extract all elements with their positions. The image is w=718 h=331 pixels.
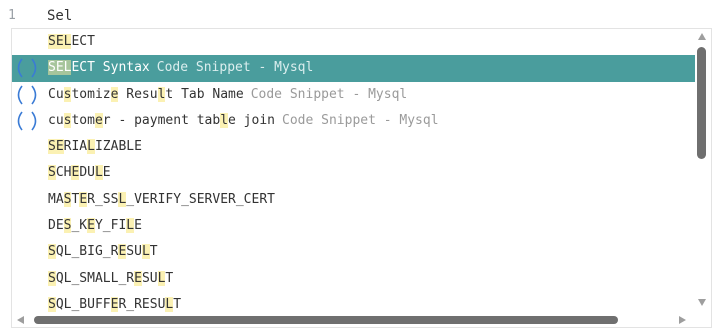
scroll-left-arrow-icon[interactable] (17, 316, 24, 324)
suggestion-item[interactable]: SQL_SMALL_RESULT (12, 266, 695, 292)
suggestion-item[interactable]: MASTER_SSL_VERIFY_SERVER_CERT (12, 187, 695, 213)
suggestion-label: SELECT (48, 34, 95, 49)
suggestion-label: customer - payment table join Code Snippe… (48, 112, 439, 128)
horizontal-scroll-thumb[interactable] (34, 316, 618, 324)
suggestion-label: Customize Result Tab Name Code Snippet - … (48, 86, 408, 102)
suggestion-item[interactable]: SQL_BUFFER_RESULT (12, 292, 695, 315)
suggestion-item[interactable]: SQL_BIG_RESULT (12, 239, 695, 265)
suggestion-item[interactable]: Customize Result Tab Name Code Snippet - … (12, 82, 695, 108)
suggestion-label: SELECT Syntax Code Snippet - Mysql (48, 60, 314, 76)
snippet-brackets-icon (14, 58, 40, 78)
suggestion-label: SERIALIZABLE (48, 139, 142, 155)
vertical-scrollbar[interactable] (693, 29, 711, 315)
suggestion-item[interactable]: SERIALIZABLE (12, 134, 695, 160)
suggestion-label: SQL_BUFFER_RESULT (48, 296, 182, 312)
suggestion-label: SQL_BIG_RESULT (48, 244, 158, 260)
scroll-right-arrow-icon[interactable] (679, 316, 686, 324)
suggestion-list: SELECT SELECT Syntax Code Snippet - Mysql C… (12, 29, 695, 315)
vertical-scroll-thumb[interactable] (697, 47, 706, 159)
suggestion-description: Code Snippet - Mysql (250, 86, 408, 102)
suggestion-description: Code Snippet - Mysql (156, 60, 314, 76)
line-text[interactable]: Sel (47, 8, 72, 24)
suggestion-label: SQL_SMALL_RESULT (48, 270, 174, 286)
suggestion-label: DES_KEY_FILE (48, 218, 142, 234)
scroll-down-arrow-icon[interactable] (698, 299, 706, 306)
horizontal-scrollbar[interactable] (12, 313, 695, 327)
code-line[interactable]: 1 Sel (0, 6, 718, 28)
snippet-brackets-icon (14, 85, 40, 105)
suggestion-item[interactable]: SELECT Syntax Code Snippet - Mysql (12, 55, 695, 82)
suggestion-item[interactable]: SCHEDULE (12, 160, 695, 186)
scroll-up-arrow-icon[interactable] (698, 33, 706, 40)
suggestion-description: Code Snippet - Mysql (282, 112, 439, 128)
line-number: 1 (8, 8, 16, 23)
suggestion-item[interactable]: customer - payment table join Code Snippe… (12, 108, 695, 134)
suggestion-label: MASTER_SSL_VERIFY_SERVER_CERT (48, 191, 275, 207)
snippet-brackets-icon (14, 111, 40, 131)
suggestion-item[interactable]: DES_KEY_FILE (12, 213, 695, 239)
autocomplete-popup: SELECT SELECT Syntax Code Snippet - Mysql C… (11, 28, 712, 328)
suggestion-item[interactable]: SELECT (12, 29, 695, 55)
code-editor[interactable]: 1 Sel SELECT SELECT Syntax Code Snippet - … (0, 0, 718, 331)
suggestion-label: SCHEDULE (48, 165, 111, 181)
